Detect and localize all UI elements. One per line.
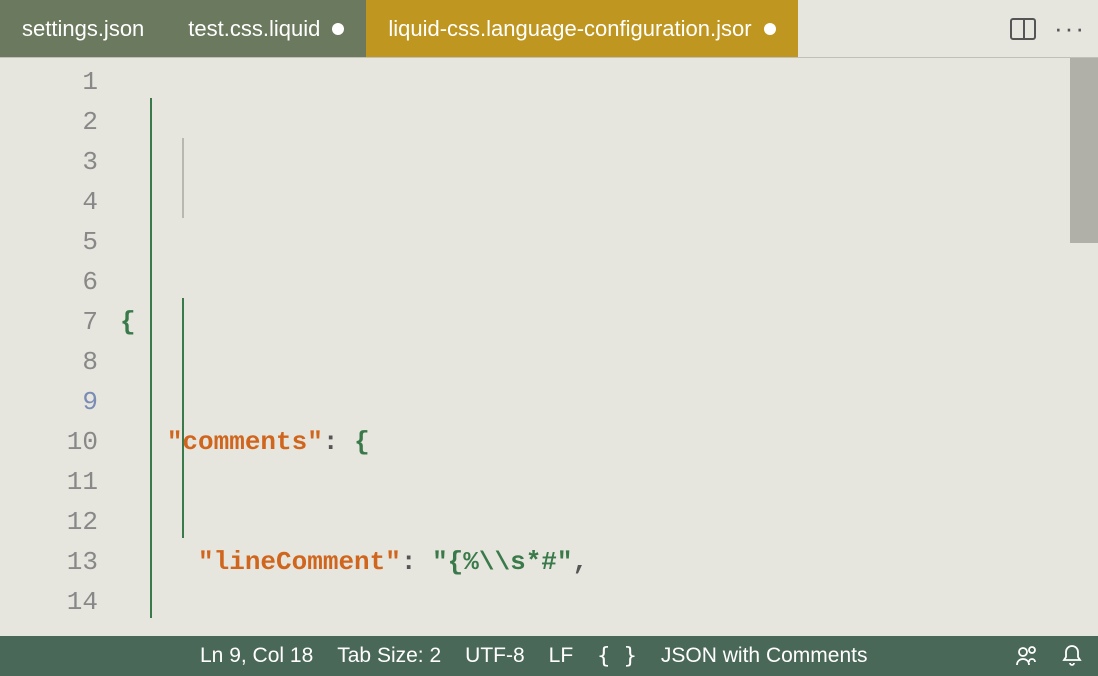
line-number[interactable]: 3 [0, 142, 98, 182]
status-cursor-position[interactable]: Ln 9, Col 18 [200, 644, 313, 668]
status-encoding[interactable]: UTF-8 [465, 644, 525, 668]
feedback-icon[interactable] [1014, 644, 1038, 668]
tab-label: liquid-css.language-configuration.jsor [388, 16, 751, 42]
indent-guide [150, 98, 152, 618]
tab-liquid-css-config[interactable]: liquid-css.language-configuration.jsor [366, 0, 797, 57]
line-number[interactable]: 6 [0, 262, 98, 302]
bell-icon[interactable] [1060, 644, 1084, 668]
code-line: { [120, 302, 1098, 342]
tab-actions: ··· [1010, 13, 1086, 44]
status-eol[interactable]: LF [549, 644, 574, 668]
line-number[interactable]: 5 [0, 222, 98, 262]
tab-bar: settings.json test.css.liquid liquid-css… [0, 0, 1098, 58]
more-actions-icon[interactable]: ··· [1054, 13, 1086, 44]
line-number[interactable]: 2 [0, 102, 98, 142]
tab-settings[interactable]: settings.json [0, 0, 166, 57]
line-number[interactable]: 9 [0, 382, 98, 422]
line-number[interactable]: 4 [0, 182, 98, 222]
status-bar: Ln 9, Col 18 Tab Size: 2 UTF-8 LF { } JS… [0, 636, 1098, 676]
line-number[interactable]: 8 [0, 342, 98, 382]
editor[interactable]: 1 2 3 4 5 6 7 8 9 10 11 12 13 14 { "comm… [0, 58, 1098, 636]
scrollbar-thumb[interactable] [1070, 58, 1098, 243]
code-line: "comments": { [120, 422, 1098, 462]
status-language-mode[interactable]: JSON with Comments [661, 644, 868, 668]
split-editor-icon[interactable] [1010, 18, 1036, 40]
code-area[interactable]: { "comments": { "lineComment": "{%\\s*#"… [120, 58, 1098, 636]
braces-icon[interactable]: { } [597, 644, 637, 669]
line-number[interactable]: 10 [0, 422, 98, 462]
line-number[interactable]: 12 [0, 502, 98, 542]
line-gutter: 1 2 3 4 5 6 7 8 9 10 11 12 13 14 [0, 58, 120, 636]
tab-test-css-liquid[interactable]: test.css.liquid [166, 0, 366, 57]
code-line: "lineComment": "{%\\s*#", [120, 542, 1098, 582]
tab-label: settings.json [22, 16, 144, 42]
line-number[interactable]: 14 [0, 582, 98, 622]
line-number[interactable]: 13 [0, 542, 98, 582]
line-number[interactable]: 11 [0, 462, 98, 502]
indent-guide [182, 138, 184, 218]
tab-label: test.css.liquid [188, 16, 320, 42]
line-number[interactable]: 1 [0, 62, 98, 102]
line-number[interactable]: 7 [0, 302, 98, 342]
status-tab-size[interactable]: Tab Size: 2 [337, 644, 441, 668]
